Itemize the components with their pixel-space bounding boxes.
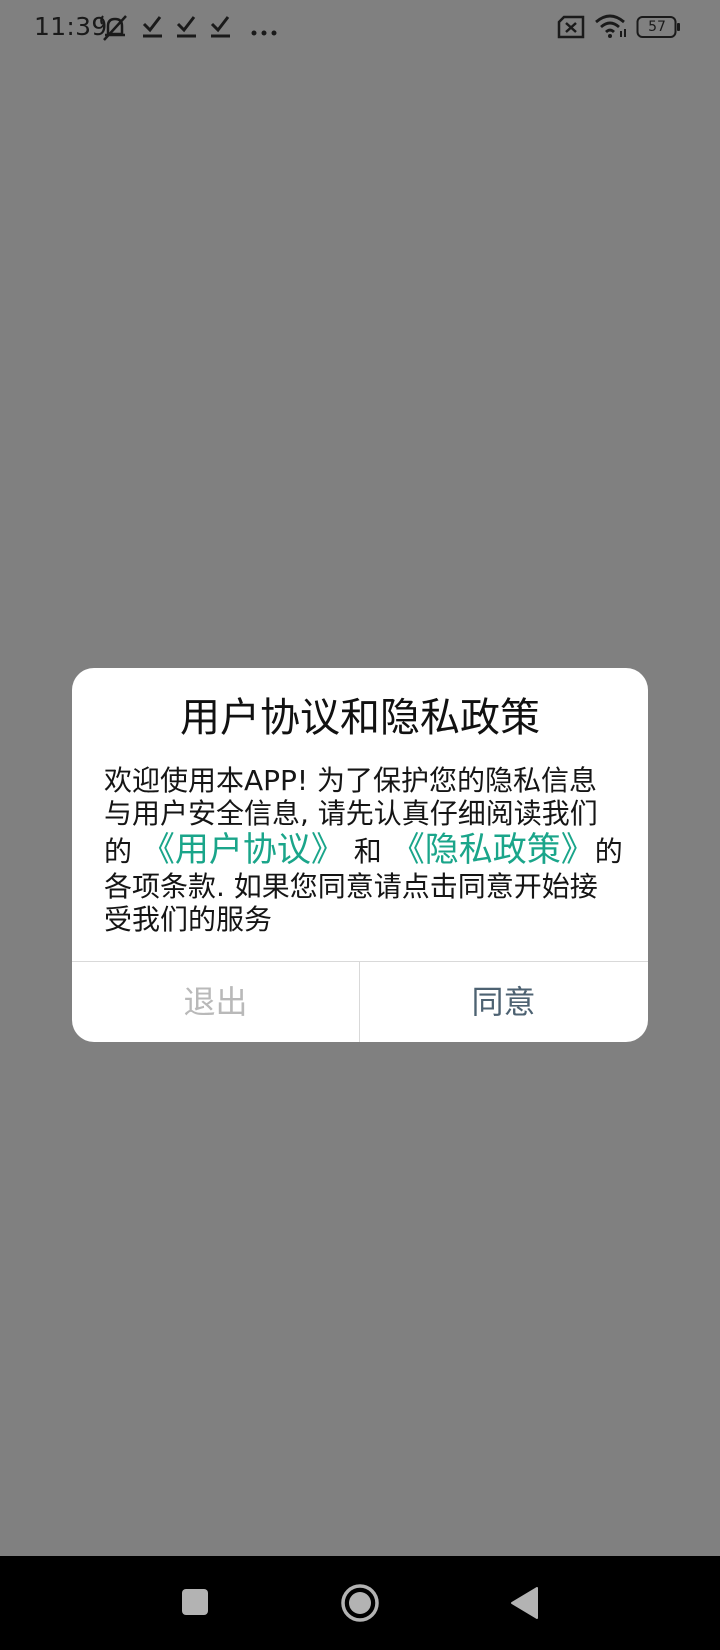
privacy-dialog: 用户协议和隐私政策 欢迎使用本APP! 为了保护您的隐私信息与用户安全信息, 请… (72, 668, 648, 1042)
check-icon (176, 14, 198, 44)
status-bar: 11:39 57 (0, 0, 720, 56)
notifications-muted-icon (100, 14, 130, 46)
wifi-icon (594, 13, 628, 43)
check-icon (210, 14, 232, 44)
user-agreement-link[interactable]: 《用户协议》 (141, 830, 345, 870)
exit-button[interactable]: 退出 (72, 962, 359, 1042)
agree-button[interactable]: 同意 (360, 962, 647, 1042)
home-icon (341, 1584, 379, 1622)
status-time: 11:39 (34, 12, 108, 41)
battery-icon: 57 (636, 15, 682, 43)
more-dots-icon (250, 22, 280, 41)
no-sim-icon (556, 15, 586, 43)
dialog-title: 用户协议和隐私政策 (180, 695, 540, 741)
battery-level: 57 (648, 19, 666, 35)
home-button[interactable] (315, 1556, 405, 1650)
screen: 11:39 57 用户协议和隐私政策 欢迎使用本APP! 为了保护您的隐私信息与… (0, 0, 720, 1650)
dialog-body: 欢迎使用本APP! 为了保护您的隐私信息与用户安全信息, 请先认真仔细阅读我们的… (104, 764, 624, 936)
recent-apps-icon (182, 1589, 208, 1615)
dialog-body-conjunction: 和 (344, 835, 391, 868)
navigation-bar (0, 1556, 720, 1650)
back-icon (511, 1587, 538, 1619)
privacy-policy-link[interactable]: 《隐私政策》 (391, 830, 595, 870)
recent-apps-button[interactable] (150, 1556, 240, 1650)
check-icon (142, 14, 164, 44)
back-button[interactable] (480, 1556, 570, 1650)
